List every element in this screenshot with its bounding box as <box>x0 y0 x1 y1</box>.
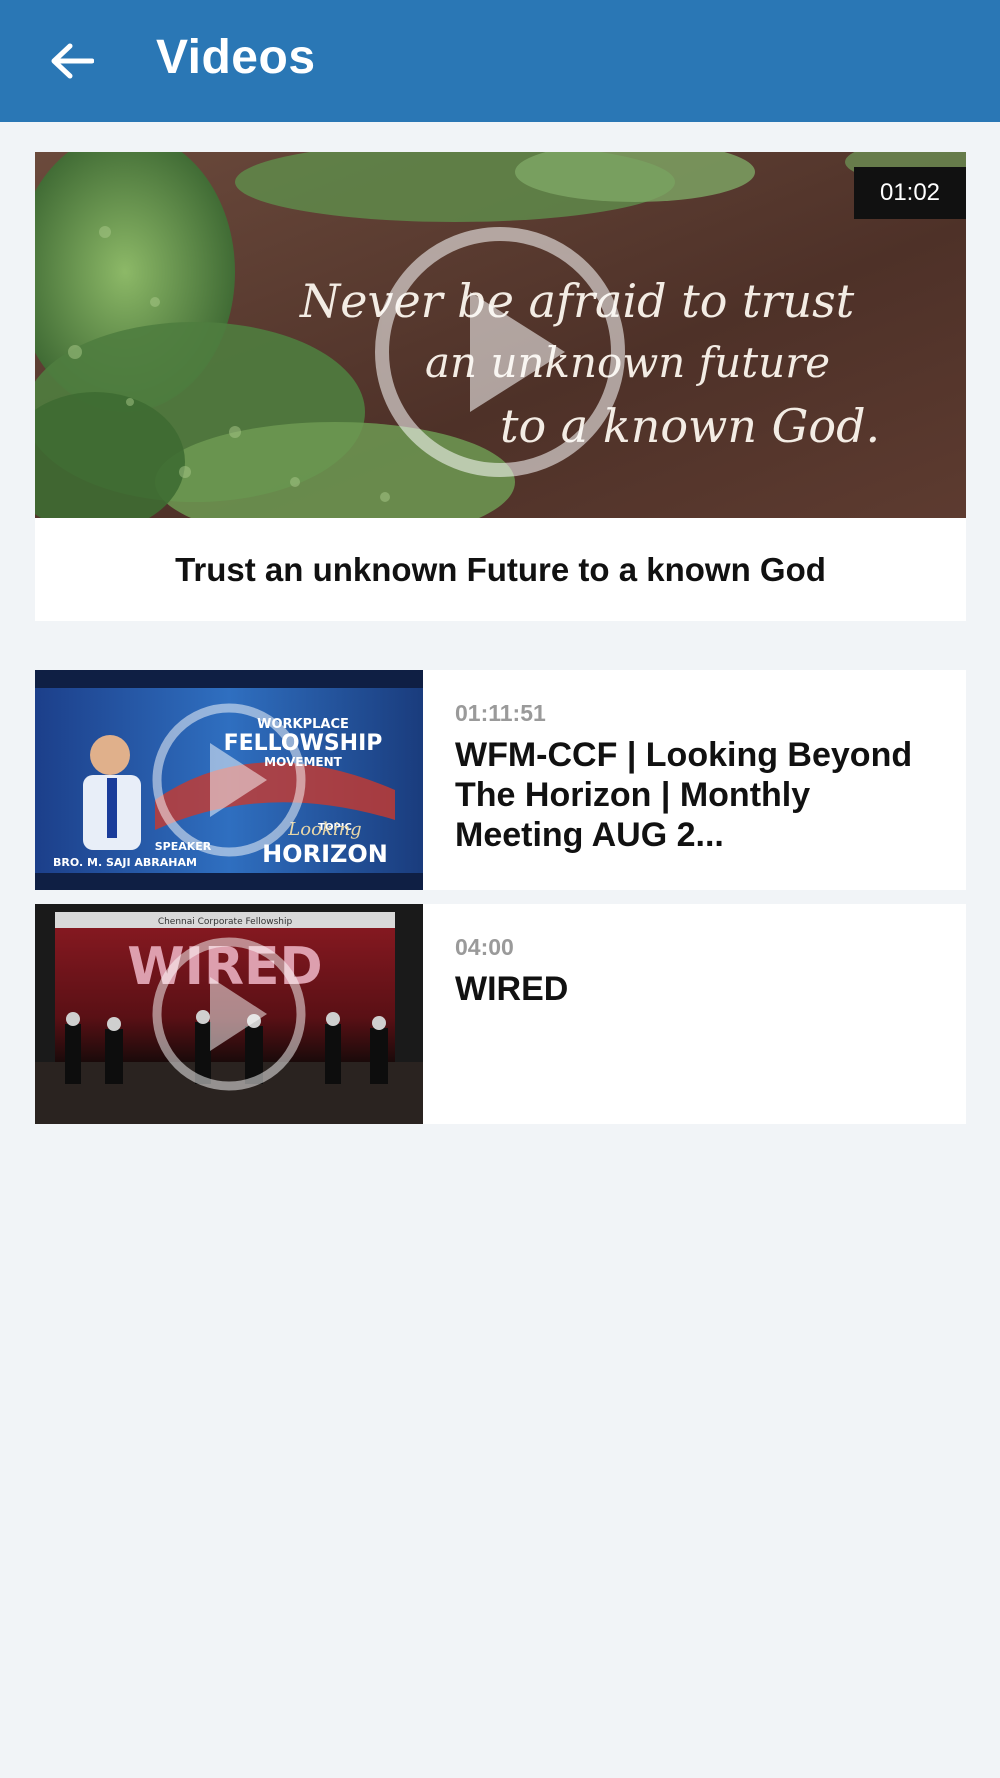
video-duration: 01:11:51 <box>455 700 546 726</box>
arrow-left-icon <box>50 43 94 79</box>
thumbnail-headline-2: FELLOWSHIP <box>224 731 383 756</box>
list-item[interactable]: WORKPLACE FELLOWSHIP MOVEMENT TOPIC HORI… <box>35 670 966 890</box>
thumbnail-speaker: BRO. M. SAJI ABRAHAM <box>53 856 197 869</box>
page-title: Videos <box>156 31 316 84</box>
featured-video-card[interactable]: Never be afraid to trust an unknown futu… <box>35 152 966 621</box>
video-title[interactable]: WIRED <box>455 969 945 1009</box>
duration-badge: 01:02 <box>854 167 966 219</box>
thumbnail-quote-line-3: to a known God. <box>500 399 880 453</box>
video-duration: 04:00 <box>455 934 514 960</box>
featured-video-title[interactable]: Trust an unknown Future to a known God <box>35 518 966 621</box>
back-button[interactable] <box>42 35 102 87</box>
video-title[interactable]: WFM-CCF | Looking Beyond The Horizon | M… <box>455 735 945 855</box>
thumbnail-subtitle: Chennai Corporate Fellowship <box>158 917 293 927</box>
featured-video-thumbnail[interactable]: Never be afraid to trust an unknown futu… <box>35 152 966 518</box>
video-thumbnail[interactable]: WORKPLACE FELLOWSHIP MOVEMENT TOPIC HORI… <box>35 670 423 890</box>
list-item[interactable]: Chennai Corporate Fellowship WIRED 04:00… <box>35 904 966 1124</box>
app-bar: Videos <box>0 0 1000 122</box>
video-thumbnail[interactable]: Chennai Corporate Fellowship WIRED <box>35 904 423 1124</box>
thumbnail-topic: HORIZON <box>262 840 388 868</box>
video-meta: 04:00 WIRED <box>455 934 945 1009</box>
thumbnail-topic-script: Looking <box>287 819 361 840</box>
video-meta: 01:11:51 WFM-CCF | Looking Beyond The Ho… <box>455 700 945 855</box>
